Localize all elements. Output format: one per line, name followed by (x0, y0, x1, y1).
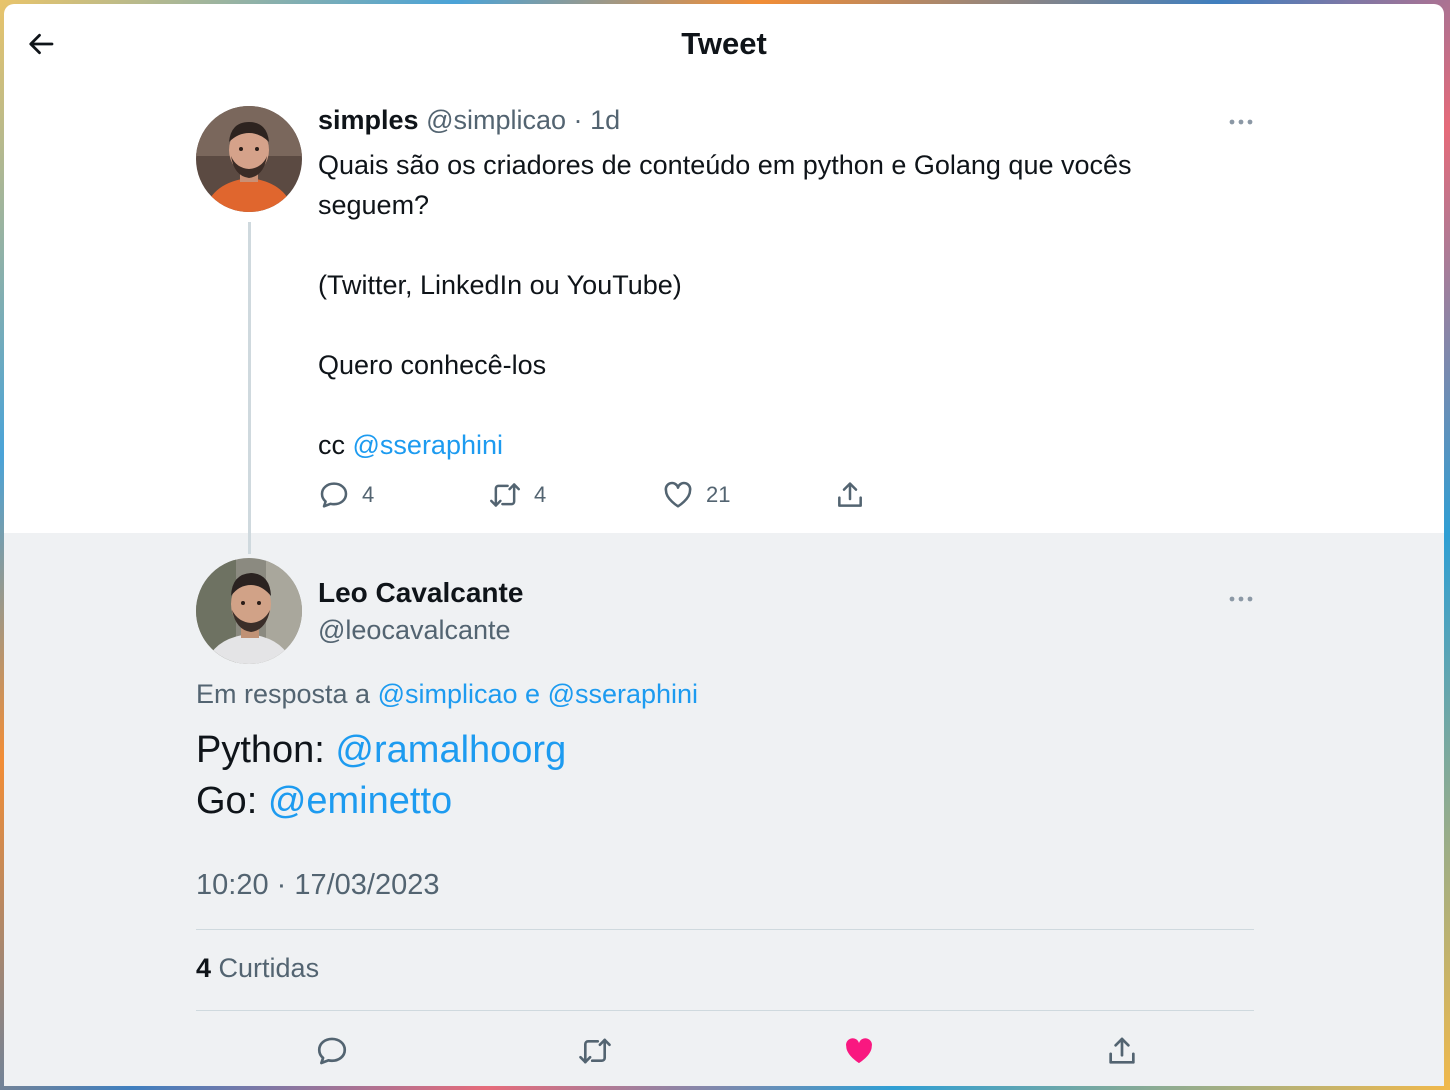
divider (196, 1010, 1254, 1011)
reply-prefix: Em resposta a (196, 679, 378, 709)
reply-context: Em resposta a @simplicao e @sseraphini (196, 679, 698, 710)
focused-tweet: Leo Cavalcante @leocavalcante Em respost… (4, 533, 1444, 1086)
retweet-icon (579, 1038, 611, 1064)
mention-link[interactable]: @simplicao (378, 679, 518, 709)
divider (196, 929, 1254, 930)
tweet-line: Go: @eminetto (196, 776, 566, 827)
likes-count: 4 (196, 953, 212, 983)
retweet-icon (490, 483, 520, 507)
tweet-window: Tweet simples @simplicao · 1d Quais são … (4, 4, 1444, 1086)
reply-button[interactable]: 4 (318, 479, 374, 511)
avatar[interactable] (196, 106, 302, 212)
tweet-text: Quais são os criadores de conteúdo em py… (318, 145, 1218, 465)
reply-count: 4 (362, 482, 375, 507)
heart-filled-icon (846, 1038, 872, 1064)
reply-icon (320, 482, 348, 508)
tweet-line: Quais são os criadores de conteúdo em py… (318, 150, 1132, 220)
tweet-header: simples @simplicao · 1d (318, 105, 620, 136)
like-button[interactable] (837, 1029, 881, 1073)
share-button[interactable] (834, 479, 866, 511)
tweet-age[interactable]: 1d (590, 105, 620, 135)
retweet-button[interactable] (573, 1029, 617, 1073)
author-name[interactable]: simples (318, 105, 419, 135)
heart-outline-icon (664, 481, 692, 508)
tweet-line: Python: @ramalhoorg (196, 725, 566, 776)
top-bar: Tweet (4, 4, 1444, 84)
like-button[interactable]: 21 (662, 479, 730, 511)
tweet-line: Quero conhecê-los (318, 350, 547, 380)
avatar[interactable] (196, 558, 302, 664)
share-button[interactable] (1100, 1029, 1144, 1073)
retweet-count: 4 (534, 482, 547, 507)
tweet-text: Python: @ramalhoorg Go: @eminetto (196, 725, 566, 827)
reply-joiner: e (517, 679, 548, 709)
share-icon (838, 482, 862, 507)
reply-icon (317, 1037, 347, 1065)
mention-link[interactable]: @ramalhoorg (335, 729, 566, 771)
thread-line (248, 222, 251, 554)
cc-prefix: cc (318, 430, 353, 460)
tweet-actions: 4 4 21 (318, 479, 918, 515)
more-options-button[interactable] (1226, 112, 1256, 132)
parent-tweet[interactable]: simples @simplicao · 1d Quais são os cri… (4, 99, 1444, 533)
separator-dot: · (573, 105, 583, 135)
likes-summary[interactable]: 4 Curtidas (196, 953, 319, 984)
more-dots-icon (1229, 596, 1253, 602)
mention-link[interactable]: @sseraphini (353, 430, 503, 460)
mention-link[interactable]: @eminetto (268, 780, 452, 822)
tweet-actions (196, 1029, 1254, 1073)
tweet-line: (Twitter, LinkedIn ou YouTube) (318, 270, 682, 300)
likes-label: Curtidas (211, 953, 320, 983)
like-count: 21 (706, 482, 731, 507)
tweet-line-cc: cc @sseraphini (318, 425, 1218, 465)
share-icon (1109, 1037, 1135, 1064)
author-handle[interactable]: @simplicao (426, 105, 566, 135)
page-title: Tweet (681, 26, 767, 61)
mention-link[interactable]: @sseraphini (548, 679, 698, 709)
python-prefix: Python: (196, 729, 336, 771)
tweet-timestamp[interactable]: 10:20 · 17/03/2023 (196, 869, 439, 902)
more-dots-icon (1229, 119, 1253, 125)
retweet-button[interactable]: 4 (488, 479, 546, 511)
author-name[interactable]: Leo Cavalcante (318, 577, 523, 609)
author-handle[interactable]: @leocavalcante (318, 615, 511, 646)
more-options-button[interactable] (1226, 589, 1256, 609)
go-prefix: Go: (196, 780, 268, 822)
reply-button[interactable] (310, 1029, 354, 1073)
